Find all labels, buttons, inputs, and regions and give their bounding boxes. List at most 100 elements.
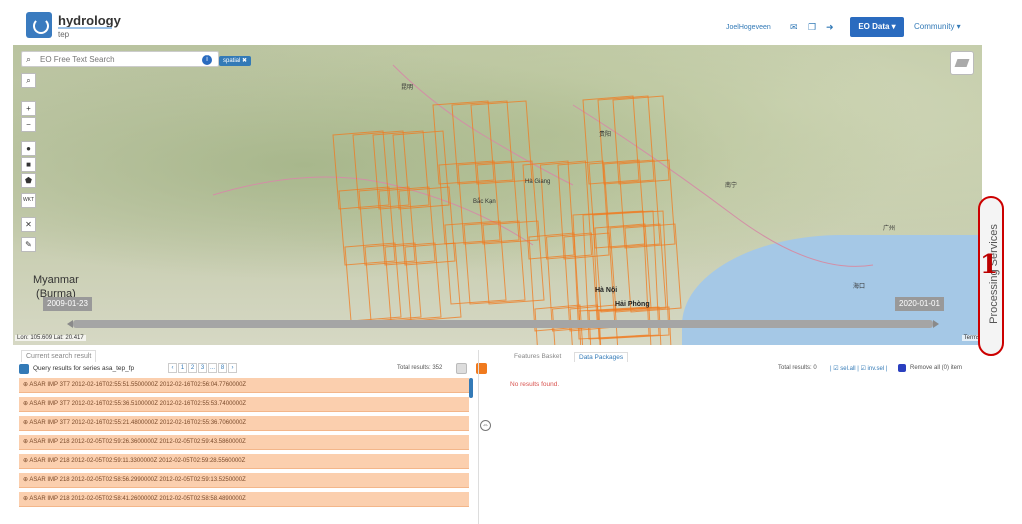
no-results-message: No results found.	[510, 381, 560, 388]
layers-icon[interactable]	[950, 51, 974, 75]
result-title: ASAR IMP 218 2012-02-05T02:58:41.2600000…	[29, 496, 246, 502]
page-1[interactable]: 1	[178, 363, 187, 373]
results-scrollbar[interactable]	[469, 378, 473, 398]
footprint-polygon[interactable]	[618, 159, 676, 249]
spatial-filter-tag[interactable]: spatial ✖	[219, 56, 252, 66]
pagination: ‹ 1 2 3 ... 8 ›	[168, 363, 238, 373]
footprint-polygon[interactable]	[557, 160, 610, 260]
basket-panel: Features Basket Data Packages Total resu…	[500, 350, 1010, 524]
footprint-polygon[interactable]	[539, 160, 593, 260]
footprint-polygon[interactable]	[612, 95, 670, 185]
result-title: ASAR IMP 218 2012-02-05T02:58:56.2990000…	[29, 477, 246, 483]
app-subtitle: tep	[58, 30, 70, 39]
search-tool-icon[interactable]: ⌕	[21, 73, 36, 88]
footprint-polygon[interactable]	[384, 242, 442, 322]
footprint-polygon[interactable]	[482, 220, 545, 305]
footprint-polygon[interactable]	[463, 220, 526, 305]
footprint-polygon[interactable]	[624, 223, 682, 313]
footprint-polygon[interactable]	[432, 100, 495, 185]
remove-all-button[interactable]: Remove all (0) item	[910, 365, 962, 371]
result-row[interactable]: ⊕ ASAR IMP 218 2012-02-05T02:59:11.33000…	[19, 454, 469, 469]
zoom-in-icon[interactable]: +	[21, 101, 36, 116]
search-icon[interactable]: ⌕	[26, 54, 31, 65]
page-next[interactable]: ›	[228, 363, 238, 373]
timeline-start-date[interactable]: 2009-01-23	[43, 297, 92, 311]
result-title: ASAR IMP 218 2012-02-05T02:59:11.3300000…	[29, 458, 246, 464]
road-line	[392, 64, 574, 186]
footprint-polygon[interactable]	[332, 130, 390, 210]
footprint-polygon[interactable]	[398, 186, 456, 266]
basket-total-results: Total results: 0	[778, 365, 817, 371]
user-link[interactable]: JoelHogeveen	[726, 24, 771, 31]
map-label: 贵阳	[599, 132, 612, 138]
basket-color-icon[interactable]	[898, 364, 906, 372]
footprint-polygon[interactable]	[364, 242, 422, 322]
series-query-text: Query results for series asa_tep_fp	[33, 365, 135, 372]
map-view[interactable]: 昆明 贵阳 南宁 广州 海口 Hà Giang Bắc Kạn Hà Nội H…	[13, 45, 982, 345]
footprint-polygon[interactable]	[378, 186, 436, 266]
search-results-panel: Current search result Query results for …	[13, 350, 487, 524]
footprint-polygon[interactable]	[545, 232, 599, 332]
timeline-end-date[interactable]: 2020-01-01	[895, 297, 944, 311]
info-icon[interactable]: i	[202, 55, 212, 65]
result-row[interactable]: ⊕ ASAR IMP 3T7 2012-02-16T02:55:51.55000…	[19, 378, 469, 393]
clear-tool-icon[interactable]: ✕	[21, 217, 36, 232]
zoom-out-icon[interactable]: −	[21, 117, 36, 132]
point-tool-icon[interactable]: ●	[21, 141, 36, 156]
footprint-polygon[interactable]	[404, 242, 462, 322]
tab-features-basket[interactable]: Features Basket	[510, 352, 565, 361]
footprint-polygon[interactable]	[528, 232, 581, 332]
footprint-polygon[interactable]	[358, 186, 416, 266]
community-menu[interactable]: Community ▾	[914, 22, 961, 31]
panel-divider	[478, 350, 479, 524]
footprint-polygon[interactable]	[392, 130, 450, 210]
envelope-icon[interactable]: ✉	[790, 22, 800, 32]
copy-icon[interactable]: ❐	[808, 22, 818, 32]
page-prev[interactable]: ‹	[168, 363, 177, 373]
result-row[interactable]: ⊕ ASAR IMP 3T7 2012-02-16T02:55:36.51000…	[19, 397, 469, 412]
footprint-polygon[interactable]	[588, 159, 646, 249]
footprint-polygon[interactable]	[603, 159, 661, 249]
road-line	[212, 176, 534, 246]
timeline-slider[interactable]	[67, 320, 939, 328]
footprint-polygon[interactable]	[597, 95, 655, 185]
footprint-polygon[interactable]	[582, 95, 640, 185]
top-header: hydrology tep JoelHogeveen ✉ ❐ ➜ EO Data…	[0, 0, 1022, 44]
result-row[interactable]: ⊕ ASAR IMP 218 2012-02-05T02:58:41.26000…	[19, 492, 469, 507]
footprint-polygon[interactable]	[352, 130, 410, 210]
footprint-polygon[interactable]	[451, 100, 514, 185]
result-row[interactable]: ⊕ ASAR IMP 218 2012-02-05T02:58:56.29900…	[19, 473, 469, 488]
box-tool-icon[interactable]: ■	[21, 157, 36, 172]
page-3[interactable]: 3	[198, 363, 207, 373]
wkt-tool-icon[interactable]: WKT	[21, 193, 36, 208]
list-view-icon[interactable]	[456, 363, 467, 374]
footprint-polygon[interactable]	[338, 186, 396, 266]
coordinate-readout: Lon: 105.609 Lat: 20.417	[15, 335, 86, 341]
footprint-polygon[interactable]	[372, 130, 430, 210]
tab-current-search-result[interactable]: Current search result	[21, 350, 97, 362]
tab-data-packages[interactable]: Data Packages	[574, 352, 629, 362]
toggle-panel-icon[interactable]: ⇔	[480, 420, 491, 431]
app-title: hydrology	[58, 13, 121, 28]
app-logo-icon[interactable]	[26, 12, 52, 38]
polygon-tool-icon[interactable]: ⬟	[21, 173, 36, 188]
page-8[interactable]: 8	[218, 363, 228, 373]
result-row[interactable]: ⊕ ASAR IMP 3T7 2012-02-16T02:55:21.48000…	[19, 416, 469, 431]
footprint-polygon[interactable]	[522, 160, 575, 260]
map-label: 广州	[883, 226, 896, 232]
result-row[interactable]: ⊕ ASAR IMP 218 2012-02-05T02:59:26.36000…	[19, 435, 469, 450]
footprint-polygon[interactable]	[594, 223, 652, 313]
eo-search-input[interactable]	[40, 53, 210, 65]
signout-icon[interactable]: ➜	[826, 22, 836, 32]
footprint-polygon[interactable]	[444, 220, 507, 305]
total-results-count: Total results: 352	[397, 365, 443, 371]
eo-data-button[interactable]: EO Data ▾	[850, 17, 904, 37]
map-city: Hải Phòng	[615, 301, 650, 308]
footprint-polygon[interactable]	[344, 242, 402, 322]
footprint-polygon[interactable]	[470, 100, 533, 185]
results-list: ⊕ ASAR IMP 3T7 2012-02-16T02:55:51.55000…	[19, 378, 469, 511]
page-2[interactable]: 2	[188, 363, 197, 373]
select-all-controls[interactable]: | ☑ sel.all | ☑ inv.sel |	[830, 365, 887, 372]
edit-tool-icon[interactable]: ✎	[21, 237, 36, 252]
road-line	[572, 104, 874, 267]
